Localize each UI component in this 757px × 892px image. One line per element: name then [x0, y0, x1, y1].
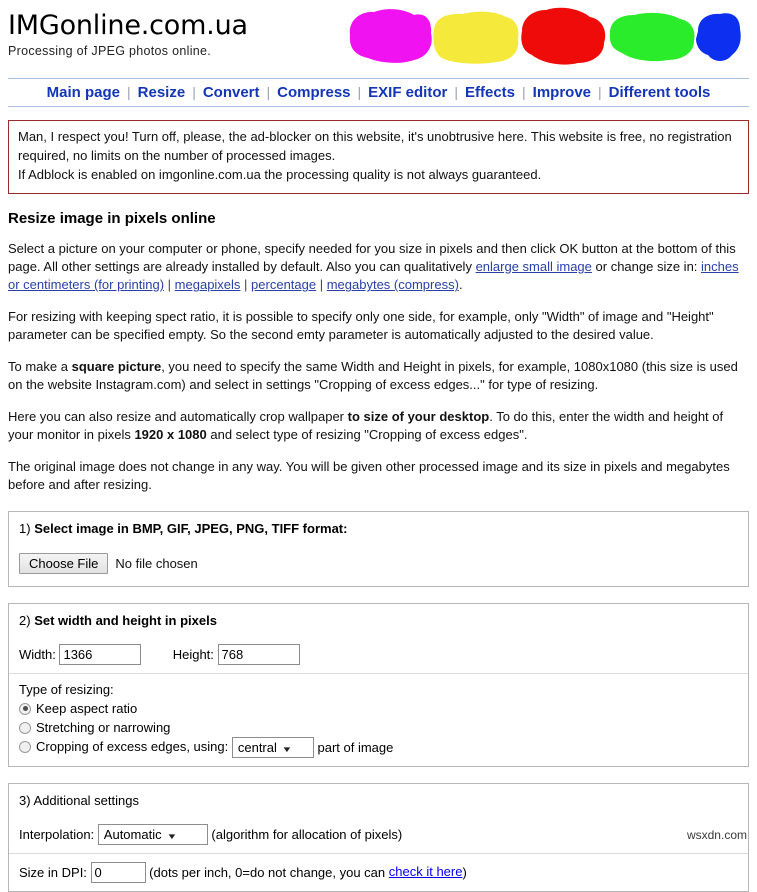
nav-separator: |	[266, 84, 271, 100]
adblock-notice: Man, I respect you! Turn off, please, th…	[8, 120, 749, 194]
radio-cropping-label: Cropping of excess edges, using:	[36, 738, 229, 754]
logo-blobs	[336, 5, 741, 67]
nav-separator: |	[127, 84, 131, 100]
site-header: IMGonline.com.ua Processing of JPEG phot…	[8, 0, 749, 72]
intro-p4-bold-desktop: to size of your desktop	[347, 408, 490, 424]
dimensions-row: Width: Height:	[9, 636, 748, 673]
nav-separator: |	[522, 84, 526, 100]
page-container: IMGonline.com.ua Processing of JPEG phot…	[0, 0, 757, 892]
nav-item-different-tools[interactable]: Different tools	[608, 84, 712, 101]
nav-separator: |	[454, 84, 458, 100]
step-3-title: Additional settings	[33, 792, 139, 808]
nav-item-convert[interactable]: Convert	[202, 84, 261, 101]
radio-keep-aspect-ratio-icon[interactable]	[19, 702, 31, 715]
interpolation-label: Interpolation:	[19, 826, 95, 842]
radio-stretching-label: Stretching or narrowing	[36, 719, 171, 735]
interpolation-select[interactable]: Automatic ▼	[97, 823, 208, 845]
nav-item-improve[interactable]: Improve	[532, 84, 592, 101]
intro-p1-sep-3: |	[316, 277, 327, 293]
radio-cropping-icon[interactable]	[19, 740, 31, 753]
blob-yellow	[433, 11, 519, 64]
link-megapixels[interactable]: megapixels	[175, 277, 241, 292]
file-status-text: No file chosen	[115, 555, 198, 571]
interpolation-row: Interpolation: Automatic ▼ (algorithm for…	[9, 816, 748, 853]
blob-red	[521, 7, 606, 65]
step-2-number: 2)	[19, 612, 31, 628]
nav-separator: |	[598, 84, 602, 100]
radio-keep-aspect-ratio-label: Keep aspect ratio	[36, 700, 138, 716]
nav-item-effects[interactable]: Effects	[464, 84, 516, 101]
nav-separator: |	[192, 84, 196, 100]
dpi-hint-a: (dots per inch, 0=do not change, you can	[149, 864, 389, 880]
blob-green	[609, 12, 695, 62]
intro-p3-text-a: To make a	[8, 358, 72, 374]
height-input[interactable]	[217, 643, 300, 665]
step-3-heading: 3) Additional settings	[9, 784, 748, 816]
intro-paragraph-1: Select a picture on your computer or pho…	[8, 240, 749, 295]
intro-p1-text-b: or change size in:	[591, 258, 702, 274]
dpi-label: Size in DPI:	[19, 864, 87, 880]
intro-paragraph-3: To make a square picture, you need to sp…	[8, 358, 749, 395]
step-3-panel: 3) Additional settings Interpolation: Au…	[8, 782, 749, 892]
resize-type-row: Type of resizing: Keep aspect ratio Stre…	[9, 672, 748, 766]
radio-option-cropping[interactable]: Cropping of excess edges, using: central…	[19, 736, 738, 758]
interpolation-hint: (algorithm for allocation of pixels)	[211, 826, 403, 842]
interpolation-value: Automatic	[103, 826, 162, 842]
link-megabytes-compress[interactable]: megabytes (compress)	[327, 277, 459, 292]
radio-option-stretching[interactable]: Stretching or narrowing	[19, 718, 738, 737]
step-3-number: 3)	[19, 792, 31, 808]
dpi-hint-b: )	[462, 864, 467, 880]
intro-p4-text-a: Here you can also resize and automatical…	[8, 408, 348, 424]
watermark: wsxdn.com	[686, 828, 747, 842]
step-1-panel: 1) Select image in BMP, GIF, JPEG, PNG, …	[8, 510, 749, 587]
intro-paragraph-5: The original image does not change in an…	[8, 458, 730, 493]
file-select-row: Choose File No file chosen	[9, 544, 748, 586]
step-1-heading: 1) Select image in BMP, GIF, JPEG, PNG, …	[9, 512, 748, 544]
intro-paragraph-2: For resizing with keeping spect ratio, i…	[8, 308, 714, 343]
intro-p4-text-c: and select type of resizing "Cropping of…	[206, 427, 528, 443]
nav-separator: |	[357, 84, 362, 100]
adblock-notice-line1: Man, I respect you! Turn off, please, th…	[18, 129, 732, 163]
width-label: Width:	[19, 646, 56, 662]
step-2-heading: 2) Set width and height in pixels	[9, 604, 748, 636]
main-navigation: Main page | Resize | Convert | Compress | EXIF e…	[8, 78, 749, 107]
blob-blue	[696, 13, 741, 62]
step-1-title: Select image in BMP, GIF, JPEG, PNG, TIF…	[34, 520, 348, 536]
step-2-title: Set width and height in pixels	[34, 612, 217, 628]
chevron-down-icon: ▼	[281, 744, 293, 754]
intro-p1-sep-1: |	[164, 277, 175, 293]
nav-item-compress[interactable]: Compress	[276, 84, 351, 101]
choose-file-button[interactable]: Choose File	[19, 552, 109, 574]
dpi-row: Size in DPI: (dots per inch, 0=do not ch…	[9, 852, 748, 891]
link-percentage[interactable]: percentage	[251, 277, 316, 292]
radio-option-keep-aspect-ratio[interactable]: Keep aspect ratio	[19, 699, 738, 718]
width-input[interactable]	[59, 643, 142, 665]
step-2-panel: 2) Set width and height in pixels Width:…	[8, 602, 749, 767]
intro-paragraph-4: Here you can also resize and automatical…	[8, 408, 749, 445]
resize-type-label: Type of resizing:	[19, 681, 114, 697]
step-1-number: 1)	[19, 520, 31, 536]
link-enlarge-small-image[interactable]: enlarge small image	[476, 259, 592, 274]
intro-p1-text-end: .	[458, 277, 463, 293]
crop-position-value: central	[237, 739, 277, 755]
adblock-notice-line2: If Adblock is enabled on imgonline.com.u…	[18, 166, 542, 182]
crop-position-select[interactable]: central ▼	[231, 736, 314, 758]
radio-stretching-icon[interactable]	[19, 721, 31, 734]
dpi-input[interactable]	[90, 861, 146, 883]
crop-suffix-label: part of image	[317, 739, 394, 755]
page-title: Resize image in pixels online	[8, 209, 216, 227]
nav-item-main-page[interactable]: Main page	[46, 84, 121, 101]
nav-item-resize[interactable]: Resize	[137, 84, 187, 101]
blob-magenta	[349, 9, 432, 63]
link-check-it-here[interactable]: check it here	[389, 864, 463, 879]
intro-p1-sep-2: |	[240, 277, 252, 293]
height-label: Height:	[172, 646, 214, 662]
nav-item-exif-editor[interactable]: EXIF editor	[367, 84, 448, 101]
chevron-down-icon: ▼	[166, 831, 178, 841]
intro-p4-bold-resolution: 1920 x 1080	[134, 427, 207, 443]
intro-p3-bold: square picture	[71, 358, 162, 374]
